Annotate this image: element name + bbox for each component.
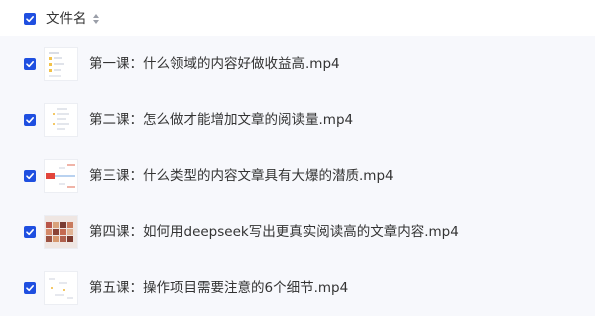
file-row[interactable]: 第五课：操作项目需要注意的6个细节.mp4 (0, 260, 595, 316)
column-header-filename[interactable]: 文件名 (46, 10, 87, 28)
video-thumbnail (44, 47, 78, 81)
file-name[interactable]: 第四课：如何用deepseek写出更真实阅读高的文章内容.mp4 (89, 223, 459, 241)
file-list: 第一课：什么领域的内容好做收益高.mp4 第二课：怎么做才能增加文章的阅读量.m… (0, 36, 595, 316)
video-thumbnail (44, 215, 78, 249)
select-all-checkbox[interactable] (24, 13, 36, 25)
row-checkbox[interactable] (24, 114, 36, 126)
sort-icon[interactable] (92, 13, 100, 25)
checkmark-icon (26, 285, 34, 292)
video-thumbnail (44, 159, 78, 193)
checkmark-icon (26, 229, 34, 236)
checkmark-icon (26, 117, 34, 124)
file-row[interactable]: 第三课：什么类型的内容文章具有大爆的潜质.mp4 (0, 148, 595, 204)
file-row[interactable]: 第四课：如何用deepseek写出更真实阅读高的文章内容.mp4 (0, 204, 595, 260)
file-list-page: 文件名 第一课：什么领域的内容好做收益高.mp4 第二课：怎么做才能增加文章的阅… (0, 0, 595, 316)
row-checkbox[interactable] (24, 282, 36, 294)
file-name[interactable]: 第一课：什么领域的内容好做收益高.mp4 (89, 55, 340, 73)
file-name[interactable]: 第五课：操作项目需要注意的6个细节.mp4 (89, 279, 348, 297)
list-header: 文件名 (0, 0, 595, 36)
file-name[interactable]: 第三课：什么类型的内容文章具有大爆的潜质.mp4 (89, 167, 394, 185)
video-thumbnail (44, 103, 78, 137)
file-row[interactable]: 第二课：怎么做才能增加文章的阅读量.mp4 (0, 92, 595, 148)
file-row[interactable]: 第一课：什么领域的内容好做收益高.mp4 (0, 36, 595, 92)
row-checkbox[interactable] (24, 58, 36, 70)
checkmark-icon (26, 16, 34, 23)
video-thumbnail (44, 271, 78, 305)
row-checkbox[interactable] (24, 170, 36, 182)
checkmark-icon (26, 61, 34, 68)
checkmark-icon (26, 173, 34, 180)
file-name[interactable]: 第二课：怎么做才能增加文章的阅读量.mp4 (89, 111, 353, 129)
row-checkbox[interactable] (24, 226, 36, 238)
